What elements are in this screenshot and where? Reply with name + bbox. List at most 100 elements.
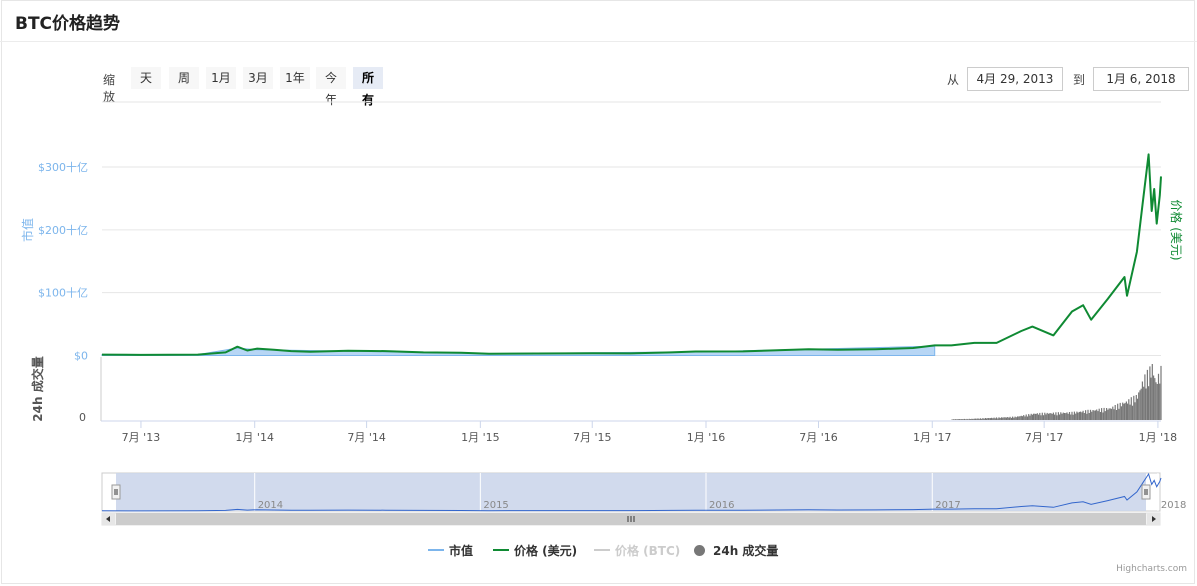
volume-bar [1119, 402, 1121, 420]
volume-bar [1127, 403, 1129, 420]
volume-bar [1030, 413, 1032, 420]
volume-bar [997, 418, 999, 420]
volume-bar [1046, 412, 1048, 420]
volume-bar [1059, 414, 1061, 420]
volume-bar [1047, 413, 1050, 420]
volume-bar [1039, 412, 1041, 420]
volume-bar [968, 418, 970, 420]
volume-bar [1096, 409, 1098, 420]
legend-item-volume[interactable]: 24h 成交量 [694, 541, 778, 559]
volume-bar [1062, 412, 1064, 420]
volume-bar [963, 418, 965, 420]
navigator[interactable]: 2014 2015 2016 2017 2018 [101, 472, 1186, 526]
navigator-right-handle[interactable] [1141, 484, 1151, 500]
volume-bar [1144, 374, 1146, 420]
credits-link[interactable]: Highcharts.com [1116, 564, 1187, 574]
volume-bar [1000, 417, 1003, 420]
volume-bar [1070, 414, 1072, 420]
volume-bar [1120, 406, 1122, 420]
volume-bar [1023, 415, 1025, 420]
volume-bar [1112, 406, 1114, 420]
volume-bar [973, 418, 975, 420]
volume-bar [1094, 410, 1097, 420]
y-axis-left-ticks: $0 $100十亿 $200十亿 $300十亿 [38, 160, 88, 363]
volume-bar [1098, 408, 1100, 420]
volume-bar [1131, 405, 1134, 420]
volume-bar [1021, 416, 1024, 420]
volume-bar [1071, 411, 1073, 420]
volume-bar [1012, 416, 1014, 420]
volume-bar [1075, 413, 1077, 420]
volume-bar [1134, 402, 1136, 420]
volume-bar [1067, 413, 1069, 420]
y-tick-label: $100十亿 [38, 286, 88, 300]
volume-bar [989, 418, 991, 420]
volume-bar [1018, 416, 1020, 420]
volume-bar [1103, 407, 1105, 420]
navigator-left-handle[interactable] [111, 484, 121, 500]
volume-bar [1054, 414, 1056, 420]
volume-bar [1149, 366, 1151, 420]
volume-bar [1106, 408, 1108, 420]
scrollbar-right-arrow-icon[interactable] [1147, 513, 1160, 525]
volume-bar [983, 418, 985, 420]
volume-bar [1110, 408, 1113, 420]
volume-bar [1036, 413, 1038, 420]
x-tick-label: 7月 '13 [122, 431, 161, 444]
volume-bar [965, 419, 967, 420]
volume-bar [1128, 399, 1130, 420]
volume-bar [1055, 412, 1057, 420]
volume-bar [1019, 416, 1021, 420]
volume-bar [1088, 413, 1090, 420]
volume-bar [1130, 397, 1132, 420]
x-tick-label: 1月 '18 [1139, 431, 1178, 444]
volume-bar [1068, 412, 1071, 420]
volume-bar [1136, 398, 1139, 420]
legend-item-price-usd[interactable]: 价格 (美元) [493, 541, 577, 559]
scrollbar-left-arrow-icon[interactable] [102, 513, 115, 525]
legend-label: 价格 (BTC) [615, 543, 681, 558]
volume-bar [1104, 411, 1106, 420]
volume-bar [1125, 401, 1127, 420]
legend-item-price-btc[interactable]: 价格 (BTC) [594, 541, 680, 559]
volume-bar [978, 418, 980, 420]
navigator-year-label: 2016 [709, 500, 734, 511]
volume-bar [1060, 412, 1062, 420]
legend-item-market-cap[interactable]: 市值 [428, 541, 473, 559]
volume-bar [1151, 364, 1153, 420]
volume-bar [1115, 410, 1118, 420]
volume-bar [1020, 415, 1022, 420]
volume-bar [1107, 409, 1109, 420]
volume-axis-title: 24h 成交量 [30, 356, 45, 421]
volume-bar [1066, 412, 1068, 420]
volume-bar [1141, 381, 1143, 420]
x-tick-label: 1月 '17 [913, 431, 952, 444]
volume-bar [971, 418, 973, 420]
volume-bar [1133, 395, 1135, 420]
volume-bar [1013, 417, 1015, 420]
y-tick-label: $300十亿 [38, 160, 88, 174]
x-tick-label: 1月 '14 [235, 431, 274, 444]
volume-bar [961, 419, 963, 420]
volume-bar [1086, 413, 1088, 420]
volume-bar [1017, 416, 1019, 420]
volume-bar [1138, 392, 1140, 420]
legend-label: 市值 [449, 543, 474, 558]
volume-bar [956, 419, 958, 420]
series-layer [101, 153, 1162, 420]
volume-bar [994, 418, 996, 420]
volume-bar [970, 419, 972, 420]
volume-bar [1026, 416, 1028, 420]
volume-bar [987, 418, 989, 420]
volume-bar [1052, 412, 1054, 420]
volume-bar [984, 418, 986, 420]
volume-bar [999, 418, 1001, 420]
volume-bar [1159, 383, 1161, 420]
volume-bar [1050, 413, 1052, 420]
volume-bar [1117, 403, 1119, 420]
legend: 市值 价格 (美元) 价格 (BTC) 24h 成交量 [0, 541, 1197, 559]
volume-bar [992, 418, 994, 420]
volume-bar [1118, 408, 1120, 420]
volume-bar [1092, 410, 1094, 420]
y-tick-label: $200十亿 [38, 223, 88, 237]
